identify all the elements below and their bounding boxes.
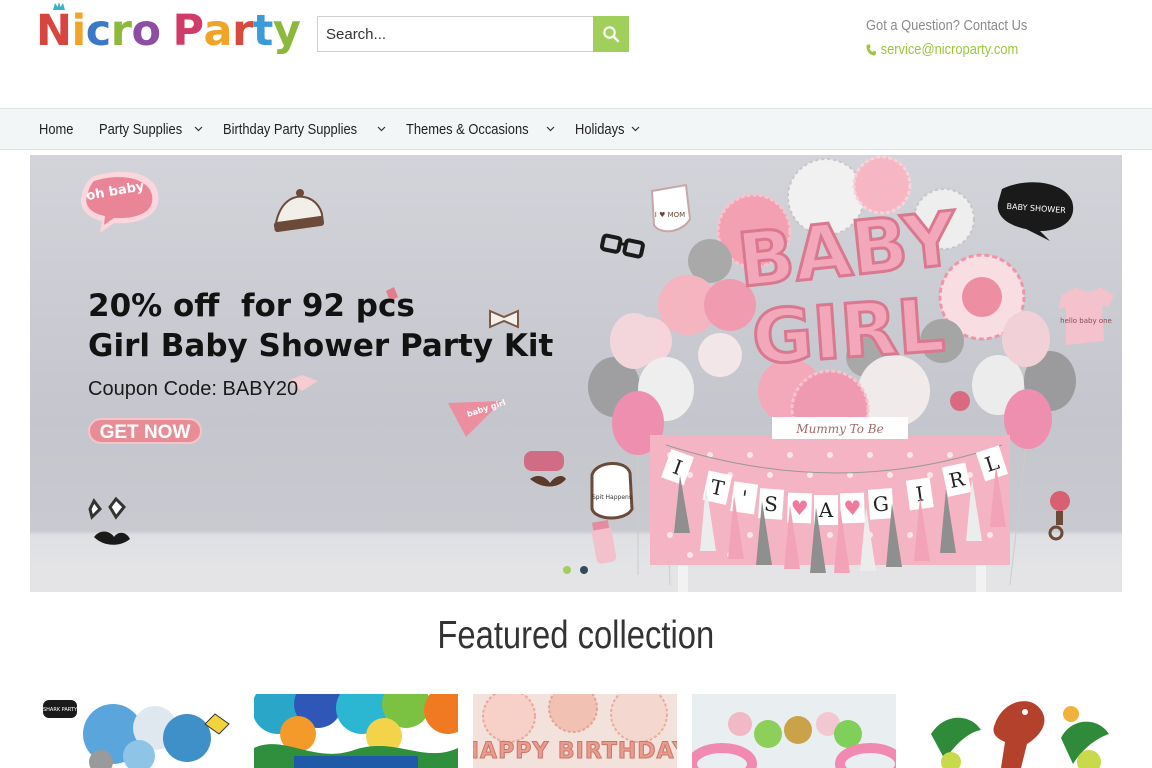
logo-letter: r bbox=[232, 6, 253, 56]
hero-illustration: oh baby I ♥ MOM baby girl Spit Happens B… bbox=[30, 155, 1122, 592]
banner-letter: G bbox=[872, 491, 890, 516]
product-card-pineapple[interactable] bbox=[692, 694, 896, 768]
chevron-down-icon bbox=[377, 126, 386, 132]
logo-letter: t bbox=[252, 6, 274, 56]
logo-letter: c bbox=[85, 6, 112, 56]
main-nav: Home Party Supplies Birthday Party Supplie… bbox=[0, 108, 1152, 150]
jungle-lanterns-image bbox=[254, 694, 458, 768]
baby-shower-sticker: BABY SHOWER bbox=[997, 182, 1074, 241]
logo-letter: y bbox=[272, 6, 301, 56]
logo-letter: i bbox=[71, 6, 87, 56]
nav-item-holidays[interactable]: Holidays bbox=[575, 121, 640, 138]
coupon-code: Coupon Code: BABY20 bbox=[88, 378, 299, 400]
rattle-sticker bbox=[1048, 491, 1070, 541]
happy-birthday-label: HAPPY BIRTHDAY bbox=[473, 739, 677, 764]
crown-icon bbox=[53, 2, 65, 10]
nav-item-label: Birthday Party Supplies bbox=[222, 120, 357, 138]
banner-letter: A bbox=[818, 498, 834, 522]
product-card-rose-gold-birthday[interactable]: HAPPY BIRTHDAY bbox=[473, 694, 677, 768]
shark-party-label: SHARK PARTY bbox=[43, 707, 78, 713]
hero-banner[interactable]: oh baby I ♥ MOM baby girl Spit Happens B… bbox=[30, 155, 1122, 592]
hero-headline-line-2: Girl Baby Shower Party Kit bbox=[88, 328, 554, 364]
chevron-down-icon bbox=[546, 126, 555, 132]
nav-item-home[interactable]: Home bbox=[39, 121, 79, 138]
chevron-down-icon bbox=[631, 126, 640, 132]
contact-email-link[interactable]: service@nicroparty.com bbox=[866, 38, 1027, 62]
balloon-girl-text: GIRL bbox=[749, 282, 947, 381]
baby-girl-pennant: baby girl bbox=[448, 398, 507, 437]
logo[interactable]: Nicro Party bbox=[36, 4, 301, 58]
nav-item-label: Home bbox=[39, 120, 74, 138]
contact-email: service@nicroparty.com bbox=[880, 41, 1019, 58]
nav-item-label: Party Supplies bbox=[99, 120, 183, 138]
table-sign-text: Mummy To Be bbox=[795, 422, 883, 436]
logo-letter: P bbox=[172, 6, 205, 56]
product-card-shark-party[interactable]: SHARK PARTY bbox=[35, 694, 239, 768]
logo-letter: o bbox=[131, 6, 161, 56]
hero-headline-line-1: 20% off for 92 pcs bbox=[88, 288, 415, 324]
nav-item-party-supplies[interactable]: Party Supplies bbox=[99, 121, 203, 138]
search-icon bbox=[603, 26, 620, 43]
nav-item-label: Holidays bbox=[575, 120, 625, 138]
pineapple-lanterns-image bbox=[692, 694, 896, 768]
spit-bib-sticker: Spit Happens bbox=[590, 462, 634, 520]
mom-glasses-sticker bbox=[524, 451, 566, 487]
get-now-button[interactable]: GET NOW bbox=[88, 418, 202, 444]
baby-hat-sticker bbox=[273, 189, 325, 233]
spit-bib-text: Spit Happens bbox=[592, 494, 632, 501]
slider-dots bbox=[563, 566, 588, 574]
onesie-text: hello baby one bbox=[1060, 317, 1112, 325]
search-button[interactable] bbox=[593, 16, 629, 52]
nav-item-birthday-party-supplies[interactable]: Birthday Party Supplies bbox=[223, 121, 386, 138]
slider-dot-active[interactable] bbox=[563, 566, 571, 574]
mom-bib-sticker: I ♥ MOM bbox=[650, 183, 692, 233]
nav-item-label: Themes & Occasions bbox=[405, 120, 529, 138]
svg-text:♥: ♥ bbox=[843, 496, 862, 521]
chevron-down-icon bbox=[194, 126, 203, 132]
stars-glasses-sticker bbox=[88, 496, 130, 545]
search-input[interactable] bbox=[317, 16, 593, 52]
logo-letter: N bbox=[36, 6, 72, 56]
banner-letter: S bbox=[763, 492, 778, 517]
glasses-sticker bbox=[599, 233, 645, 259]
contact-info: Got a Question? Contact Us service@nicro… bbox=[866, 14, 1027, 62]
logo-letter: r bbox=[110, 6, 132, 56]
mom-bib-text: I ♥ MOM bbox=[655, 211, 685, 219]
featured-products: SHARK PARTY HAPPY BIRTHDAY bbox=[35, 694, 1115, 768]
phone-icon bbox=[866, 44, 876, 56]
rose-gold-birthday-image: HAPPY BIRTHDAY bbox=[473, 694, 677, 768]
baby-bottle-sticker bbox=[591, 519, 617, 564]
contact-question[interactable]: Got a Question? Contact Us bbox=[866, 14, 1027, 38]
nav-item-themes-occasions[interactable]: Themes & Occasions bbox=[406, 121, 556, 138]
product-card-dinosaur[interactable] bbox=[911, 694, 1115, 768]
logo-letter: a bbox=[203, 6, 233, 56]
dinosaur-party-image bbox=[911, 694, 1115, 768]
slider-dot-inactive[interactable] bbox=[580, 566, 588, 574]
svg-text:♥: ♥ bbox=[790, 496, 809, 521]
onesie-sticker: hello baby one bbox=[1058, 287, 1114, 345]
featured-collection-title: Featured collection bbox=[0, 614, 1152, 658]
featured-title-text: Featured collection bbox=[437, 614, 715, 657]
product-card-jungle[interactable] bbox=[254, 694, 458, 768]
search-bar bbox=[317, 16, 629, 52]
hero-headline: 20% off for 92 pcs Girl Baby Shower Part… bbox=[88, 286, 553, 366]
shark-party-lanterns-image: SHARK PARTY bbox=[35, 694, 239, 768]
oh-baby-sticker: oh baby bbox=[80, 171, 159, 233]
